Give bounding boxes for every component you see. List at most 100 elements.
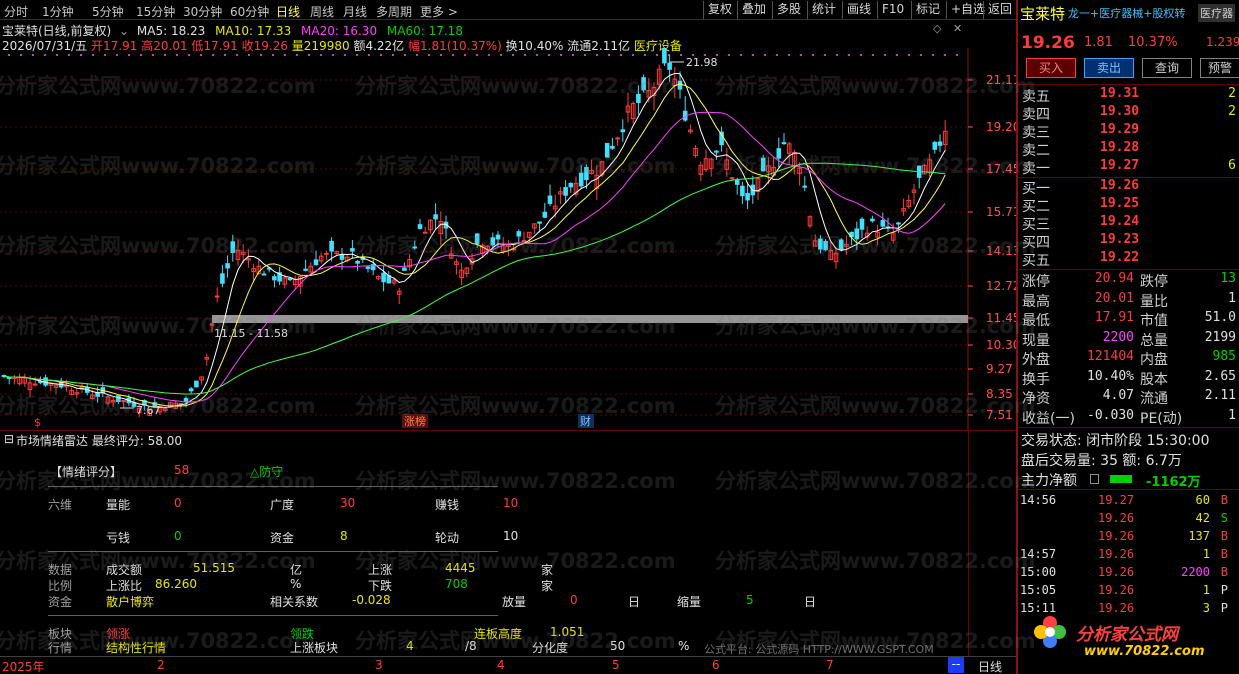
signal-dot [68, 54, 70, 56]
candle-body [677, 80, 683, 90]
collapse-icon[interactable]: ⊟ [4, 432, 14, 446]
stat-value: 17.91 [1094, 310, 1134, 325]
candle-body [880, 220, 886, 227]
bid-row[interactable]: 买二 19.25 [1022, 196, 1239, 215]
query-button[interactable]: 查询 [1142, 58, 1192, 78]
vol-up-label: 放量 [502, 595, 527, 609]
score-label: 【情绪评分】 [50, 465, 123, 479]
stats-button[interactable]: 统计 [807, 1, 840, 19]
close-icon[interactable]: ✕ [953, 22, 962, 35]
signal-dot [8, 54, 10, 56]
bid-row[interactable]: 买三 19.24 [1022, 214, 1239, 233]
tick-row: 19.26 42 S [1020, 511, 1239, 529]
candle-body [116, 395, 121, 403]
candle-body [641, 77, 646, 91]
signal-dot [248, 54, 250, 56]
period-tab-daily[interactable]: 日线 [276, 3, 300, 20]
period-tab-15min[interactable]: 15分钟 [136, 3, 175, 20]
ask-row[interactable]: 卖四 19.30 2 [1022, 104, 1239, 123]
candle-body [324, 252, 329, 255]
period-tab-monthly[interactable]: 月线 [343, 3, 367, 20]
candlestick-chart[interactable]: 21.11 19.20 17.45 15.71 14.13 12.72 11.45 10.30… [0, 48, 1016, 430]
period-tab-weekly[interactable]: 周线 [310, 3, 334, 20]
site-logo-url: www.70822.com [1084, 644, 1205, 659]
signal-dot [440, 54, 442, 56]
bid-price: 19.26 [1100, 178, 1140, 193]
ask-row[interactable]: 卖二 19.28 [1022, 140, 1239, 159]
sell-button[interactable]: 卖出 [1084, 58, 1134, 78]
dim-name: 广度 [270, 498, 295, 512]
ask-row[interactable]: 卖一 19.27 6 [1022, 158, 1239, 177]
signal-dot [272, 54, 274, 56]
data-label: 数据 [48, 563, 73, 577]
period-tab-fenshi[interactable]: 分时 [4, 3, 28, 20]
candle-body [776, 148, 782, 159]
signal-dot [44, 54, 46, 56]
tick-row: 14:57 19.26 1 B [1020, 547, 1239, 565]
candle-body [547, 195, 553, 204]
stat-label: 股本 [1140, 371, 1168, 388]
period-tab-5min[interactable]: 5分钟 [92, 3, 124, 20]
stat-row: 换手 10.40% 股本 2.65 [1022, 369, 1239, 388]
multi-stock-button[interactable]: 多股 [772, 1, 805, 19]
settings-diamond-icon[interactable]: ◇ [933, 22, 941, 35]
candle-body [823, 240, 828, 251]
ma5-line [3, 72, 946, 408]
ask-row[interactable]: 卖三 19.29 [1022, 122, 1239, 141]
signal-dot [464, 54, 466, 56]
candle-body [188, 388, 194, 392]
y-tick-label: 12.72 [986, 279, 1016, 293]
market-type: 结构性行情 [106, 641, 167, 655]
candle-body [667, 62, 672, 70]
signal-dot [188, 54, 190, 56]
signal-dot [644, 54, 646, 56]
period-tab-1min[interactable]: 1分钟 [42, 3, 74, 20]
concept-tags[interactable]: 龙一+医疗器械+股权转 [1068, 5, 1185, 21]
ask-volume: 6 [1228, 158, 1236, 173]
period-tab-60min[interactable]: 60分钟 [230, 3, 269, 20]
stat-value: 985 [1212, 349, 1236, 364]
signal-dot [764, 54, 766, 56]
candle-body [272, 276, 277, 281]
tick-row: 15:00 19.26 2200 B [1020, 565, 1239, 583]
ask-label: 卖四 [1022, 107, 1050, 123]
ma10-label: MA10: 17.33 [215, 24, 292, 38]
tick-volume: 137 [1188, 529, 1210, 543]
industry-tag[interactable]: 医疗器 [1198, 4, 1235, 22]
back-button[interactable]: 返回 [983, 1, 1016, 19]
tick-volume: 1 [1202, 583, 1210, 597]
y-tick-label: 11.45 [986, 311, 1016, 325]
market-label: 行情 [48, 641, 73, 655]
period-tab-multi[interactable]: 多周期 [376, 3, 412, 20]
overlay-button[interactable]: 叠加 [737, 1, 770, 19]
menu-icon[interactable] [1090, 474, 1099, 484]
indicator-panel: ⊟ 市场情绪雷达 最终评分: 58.00 【情绪评分】 58 △防守 六维 量能… [0, 430, 1016, 657]
ask-row[interactable]: 卖五 19.31 2 [1022, 86, 1239, 105]
ask-label: 卖一 [1022, 161, 1050, 177]
tick-time: 15:00 [1020, 565, 1057, 579]
bid-row[interactable]: 买四 19.23 [1022, 232, 1239, 251]
signal-dot [224, 54, 226, 56]
scroll-end-button[interactable]: -- [948, 657, 964, 673]
chevron-down-icon[interactable]: ⌄ [119, 24, 129, 38]
ask-label: 卖五 [1022, 89, 1050, 105]
limit-height-value: 1.051 [550, 625, 585, 639]
period-tab-30min[interactable]: 30分钟 [183, 3, 222, 20]
bid-row[interactable]: 买一 19.26 [1022, 178, 1239, 197]
f10-button[interactable]: F10 [877, 1, 908, 19]
y-tick-label: 14.13 [986, 244, 1016, 258]
up-ratio-unit: % [290, 577, 302, 591]
draw-line-button[interactable]: 画线 [842, 1, 875, 19]
buy-button[interactable]: 买入 [1026, 58, 1076, 78]
alert-button[interactable]: 预警 [1200, 58, 1239, 78]
candle-body [896, 222, 901, 225]
daily-scale-label[interactable]: 日线 [978, 658, 1002, 674]
stat-value: -0.030 [1087, 407, 1134, 423]
bid-row[interactable]: 买五 19.22 [1022, 250, 1239, 269]
candle-body [381, 272, 386, 283]
ask-price: 19.30 [1100, 104, 1140, 119]
mark-button[interactable]: 标记 [911, 1, 944, 19]
period-tab-more[interactable]: 更多 > [420, 3, 458, 20]
stat-label: 涨停 [1022, 274, 1050, 290]
fuquan-button[interactable]: 复权 [703, 1, 736, 19]
